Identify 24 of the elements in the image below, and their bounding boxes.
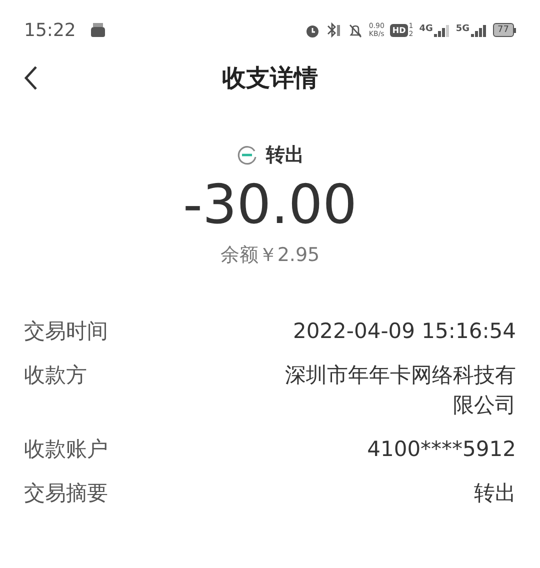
detail-value: 深圳市年年卡网络科技有限公司 (284, 362, 516, 419)
detail-label: 交易时间 (24, 318, 108, 345)
hd-badge: HD (390, 24, 408, 36)
status-time: 15:22 (24, 20, 76, 40)
transaction-type: 转出 (266, 143, 304, 168)
transfer-out-icon (236, 144, 258, 166)
amount: -30.00 (182, 174, 358, 236)
detail-label: 收款账户 (24, 436, 108, 463)
detail-label: 交易摘要 (24, 480, 108, 507)
page-title: 收支详情 (222, 63, 318, 94)
detail-value: 4100****5912 (367, 436, 516, 463)
network-type: 5G (456, 24, 470, 34)
back-icon (24, 65, 38, 91)
bluetooth-icon (326, 22, 342, 38)
balance: 余额￥2.95 (220, 243, 320, 268)
detail-value: 2022-04-09 15:16:54 (292, 318, 516, 345)
muted-bell-icon (348, 22, 363, 38)
battery-level: 77 (492, 23, 514, 37)
detail-value: 转出 (474, 480, 516, 507)
detail-label: 收款方 (24, 362, 87, 389)
signal-icon (434, 24, 450, 36)
alarm-icon (304, 22, 320, 38)
network-type: 4G (419, 24, 433, 34)
signal-icon (470, 24, 487, 36)
